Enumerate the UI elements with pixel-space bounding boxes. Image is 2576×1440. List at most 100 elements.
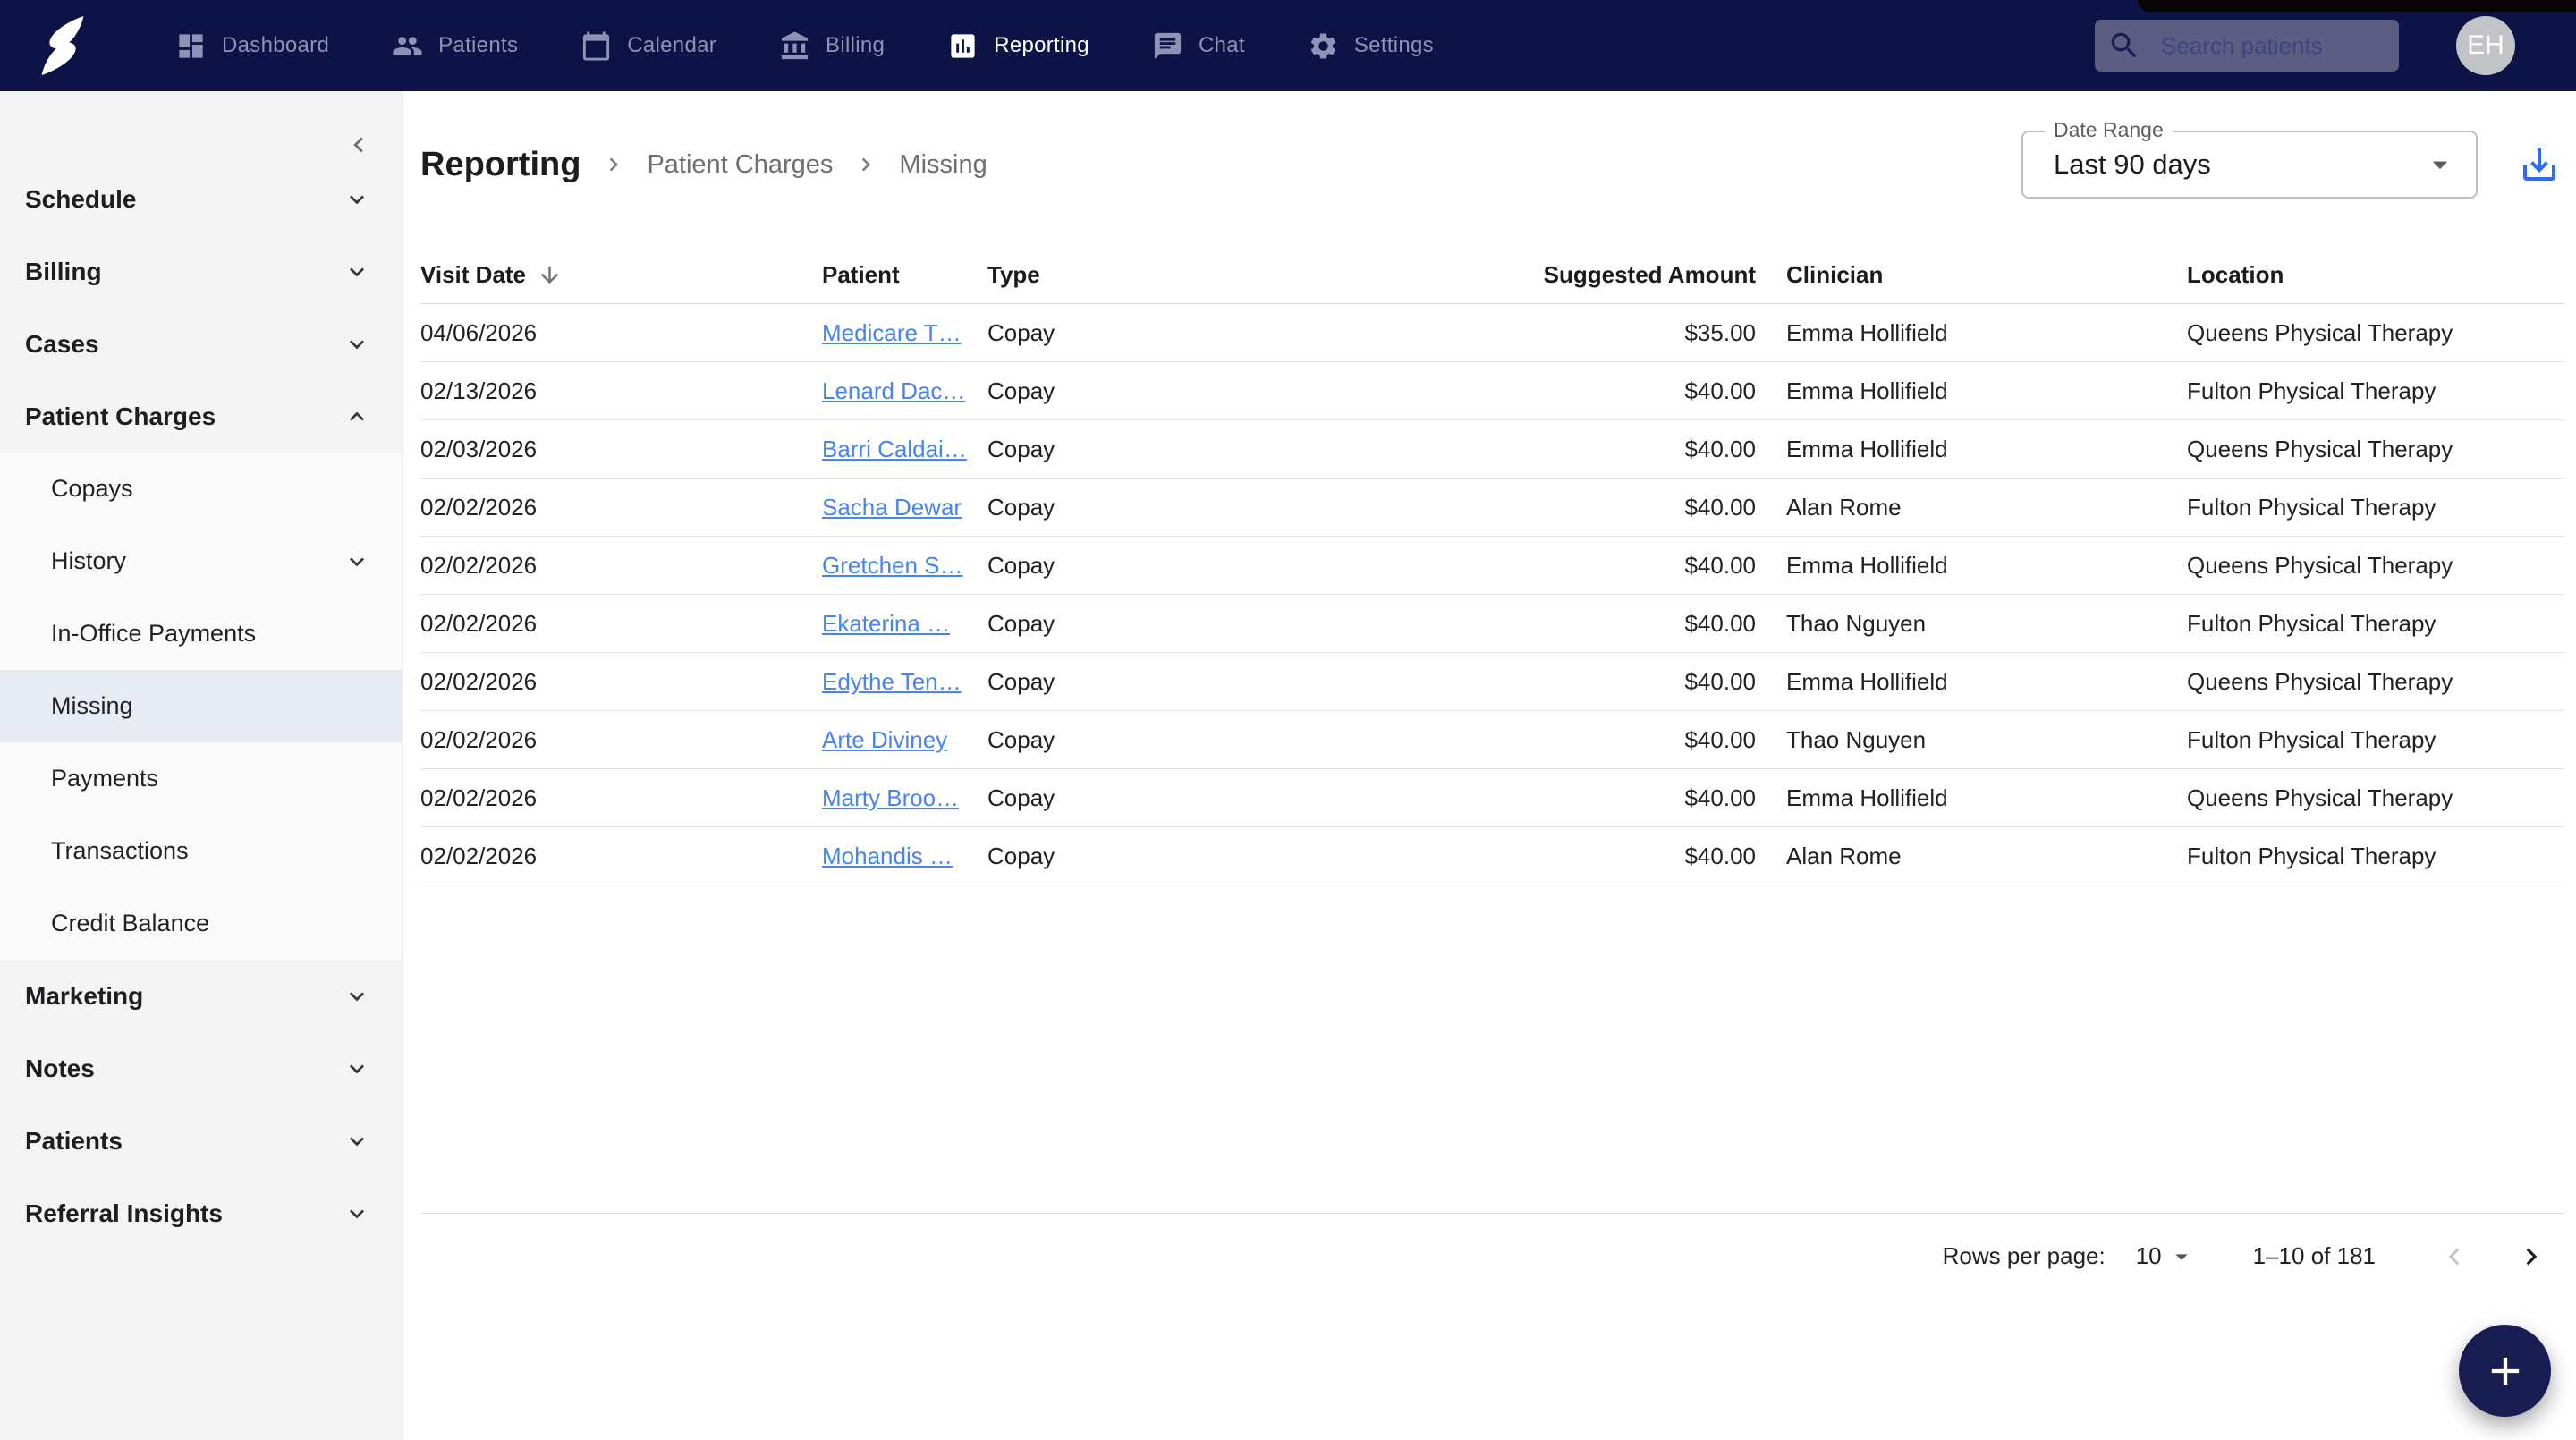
breadcrumb-patient-charges[interactable]: Patient Charges bbox=[647, 150, 833, 180]
sidebar-item-referral-insights[interactable]: Referral Insights bbox=[0, 1177, 402, 1249]
sidebar-item-marketing[interactable]: Marketing bbox=[0, 960, 402, 1032]
sidebar-item-label: Patient Charges bbox=[25, 402, 216, 430]
cell-patient: Barri Caldai… bbox=[822, 436, 987, 463]
cell-type: Copay bbox=[987, 667, 1055, 695]
sidebar-item-payments[interactable]: Payments bbox=[0, 742, 402, 815]
nav-item-chat[interactable]: Chat bbox=[1152, 30, 1245, 62]
patient-link[interactable]: Arte Diviney bbox=[822, 726, 947, 753]
rows-per-page-select[interactable]: 10 bbox=[2136, 1242, 2196, 1271]
nav-item-reporting[interactable]: Reporting bbox=[947, 30, 1089, 62]
sidebar-item-notes[interactable]: Notes bbox=[0, 1032, 402, 1105]
cell-clinician: Emma Hollifield bbox=[1786, 318, 1948, 346]
next-page-button[interactable] bbox=[2512, 1237, 2551, 1276]
cell-location: Fulton Physical Therapy bbox=[2187, 609, 2436, 637]
sidebar-collapse-button[interactable] bbox=[341, 127, 377, 163]
cell-clinician: Emma Hollifield bbox=[1786, 667, 1948, 695]
nav-item-settings[interactable]: Settings bbox=[1308, 30, 1434, 62]
sidebar-item-copays[interactable]: Copays bbox=[0, 453, 402, 525]
patient-link[interactable]: Ekaterina … bbox=[822, 610, 950, 637]
column-header-patient[interactable]: Patient bbox=[822, 261, 987, 289]
previous-page-button[interactable] bbox=[2435, 1237, 2474, 1276]
cell-visit-date: 02/03/2026 bbox=[420, 435, 538, 462]
cell-suggested-amount: $40.00 bbox=[1684, 377, 1756, 404]
table-row: 02/02/2026 Gretchen S… Copay $40.00 Emma Hol… bbox=[420, 537, 2565, 595]
sidebar-item-label: Credit Balance bbox=[51, 910, 210, 936]
nav-item-patients[interactable]: Patients bbox=[392, 30, 518, 62]
nav-item-billing[interactable]: Billing bbox=[779, 30, 885, 62]
missing-charges-table: Visit Date Patient Type Suggested Amount… bbox=[420, 247, 2565, 1299]
sidebar-item-credit-balance[interactable]: Credit Balance bbox=[0, 887, 402, 960]
sidebar-item-label: Schedule bbox=[25, 184, 137, 213]
cell-type: Copay bbox=[987, 377, 1055, 404]
cell-visit-date: 02/02/2026 bbox=[420, 784, 538, 811]
dashboard-icon bbox=[179, 33, 203, 58]
cell-suggested-amount: $40.00 bbox=[1684, 435, 1756, 462]
cell-location: Queens Physical Therapy bbox=[2187, 318, 2453, 346]
sidebar-item-label: History bbox=[51, 547, 127, 574]
nav-item-calendar[interactable]: Calendar bbox=[580, 30, 716, 62]
cell-patient: Arte Diviney bbox=[822, 726, 987, 754]
calendar-icon bbox=[583, 30, 610, 61]
breadcrumb-missing: Missing bbox=[899, 149, 987, 179]
cell-clinician: Emma Hollifield bbox=[1786, 435, 1948, 462]
sidebar-item-transactions[interactable]: Transactions bbox=[0, 815, 402, 887]
sidebar-item-in-office-payments[interactable]: In-Office Payments bbox=[0, 597, 402, 670]
patient-link[interactable]: Lenard Dac… bbox=[822, 377, 965, 404]
app-root: Dashboard Patients Calendar Billing Reportin… bbox=[0, 0, 2576, 1440]
date-range-select[interactable]: Date Range Last 90 days bbox=[2021, 118, 2478, 199]
header-tools: Date Range Last 90 days bbox=[2021, 118, 2563, 199]
cell-type: Copay bbox=[987, 842, 1055, 869]
chevron-up-icon bbox=[350, 411, 364, 421]
chevron-left-icon bbox=[353, 137, 363, 153]
patient-link[interactable]: Edythe Ten… bbox=[822, 668, 962, 695]
patient-link[interactable]: Marty Broo… bbox=[822, 784, 959, 811]
column-header-type[interactable]: Type bbox=[987, 261, 1306, 289]
chevron-down-icon bbox=[350, 194, 364, 204]
chevron-down-icon bbox=[350, 1136, 364, 1146]
cell-patient: Mohandis … bbox=[822, 843, 987, 870]
chevron-left-icon bbox=[2448, 1248, 2460, 1265]
column-header-visit-date[interactable]: Visit Date bbox=[420, 261, 822, 289]
cell-location: Fulton Physical Therapy bbox=[2187, 842, 2436, 869]
breadcrumb-reporting[interactable]: Reporting bbox=[420, 146, 580, 184]
sidebar-item-patient-charges[interactable]: Patient Charges bbox=[0, 380, 402, 453]
cell-location: Fulton Physical Therapy bbox=[2187, 377, 2436, 404]
sidebar-item-missing[interactable]: Missing bbox=[0, 670, 402, 742]
nav-label: Dashboard bbox=[222, 33, 330, 57]
patient-link[interactable]: Mohandis … bbox=[822, 843, 953, 869]
sidebar-item-schedule[interactable]: Schedule bbox=[0, 163, 402, 235]
search-input[interactable] bbox=[2161, 31, 2376, 60]
export-download-button[interactable] bbox=[2515, 140, 2563, 189]
patient-link[interactable]: Barri Caldai… bbox=[822, 436, 967, 462]
table-row: 02/02/2026 Ekaterina … Copay $40.00 Thao Ngu… bbox=[420, 595, 2565, 653]
user-avatar[interactable]: EH bbox=[2456, 16, 2515, 75]
chevron-down-icon bbox=[350, 991, 364, 1001]
date-range-label: Date Range bbox=[2045, 118, 2173, 142]
chevron-right-icon bbox=[600, 151, 627, 178]
billing-icon bbox=[781, 30, 809, 59]
column-header-suggested-amount[interactable]: Suggested Amount bbox=[1306, 261, 1756, 289]
cell-visit-date: 02/02/2026 bbox=[420, 842, 538, 869]
cell-visit-date: 02/02/2026 bbox=[420, 609, 538, 637]
nav-label: Billing bbox=[826, 33, 886, 57]
chevron-down-icon bbox=[350, 339, 364, 349]
column-header-location[interactable]: Location bbox=[2187, 261, 2565, 289]
patient-link[interactable]: Medicare T… bbox=[822, 319, 962, 346]
patient-link[interactable]: Gretchen S… bbox=[822, 552, 963, 579]
sidebar-item-billing[interactable]: Billing bbox=[0, 235, 402, 308]
system-overlay-bar bbox=[2138, 0, 2576, 12]
sidebar-item-label: Patients bbox=[25, 1126, 123, 1155]
cell-suggested-amount: $40.00 bbox=[1684, 784, 1756, 811]
patient-link[interactable]: Sacha Dewar bbox=[822, 494, 962, 521]
table-row: 02/13/2026 Lenard Dac… Copay $40.00 Emma Hol… bbox=[420, 362, 2565, 420]
cell-visit-date: 02/02/2026 bbox=[420, 667, 538, 695]
add-button[interactable] bbox=[2459, 1325, 2551, 1417]
sidebar-item-history[interactable]: History bbox=[0, 525, 402, 597]
cell-clinician: Emma Hollifield bbox=[1786, 551, 1948, 579]
date-range-value: Last 90 days bbox=[2054, 148, 2211, 180]
nav-label: Chat bbox=[1198, 33, 1245, 57]
nav-item-dashboard[interactable]: Dashboard bbox=[175, 30, 329, 62]
sidebar-item-patients[interactable]: Patients bbox=[0, 1105, 402, 1177]
column-header-clinician[interactable]: Clinician bbox=[1756, 261, 2187, 289]
sidebar-item-cases[interactable]: Cases bbox=[0, 308, 402, 380]
